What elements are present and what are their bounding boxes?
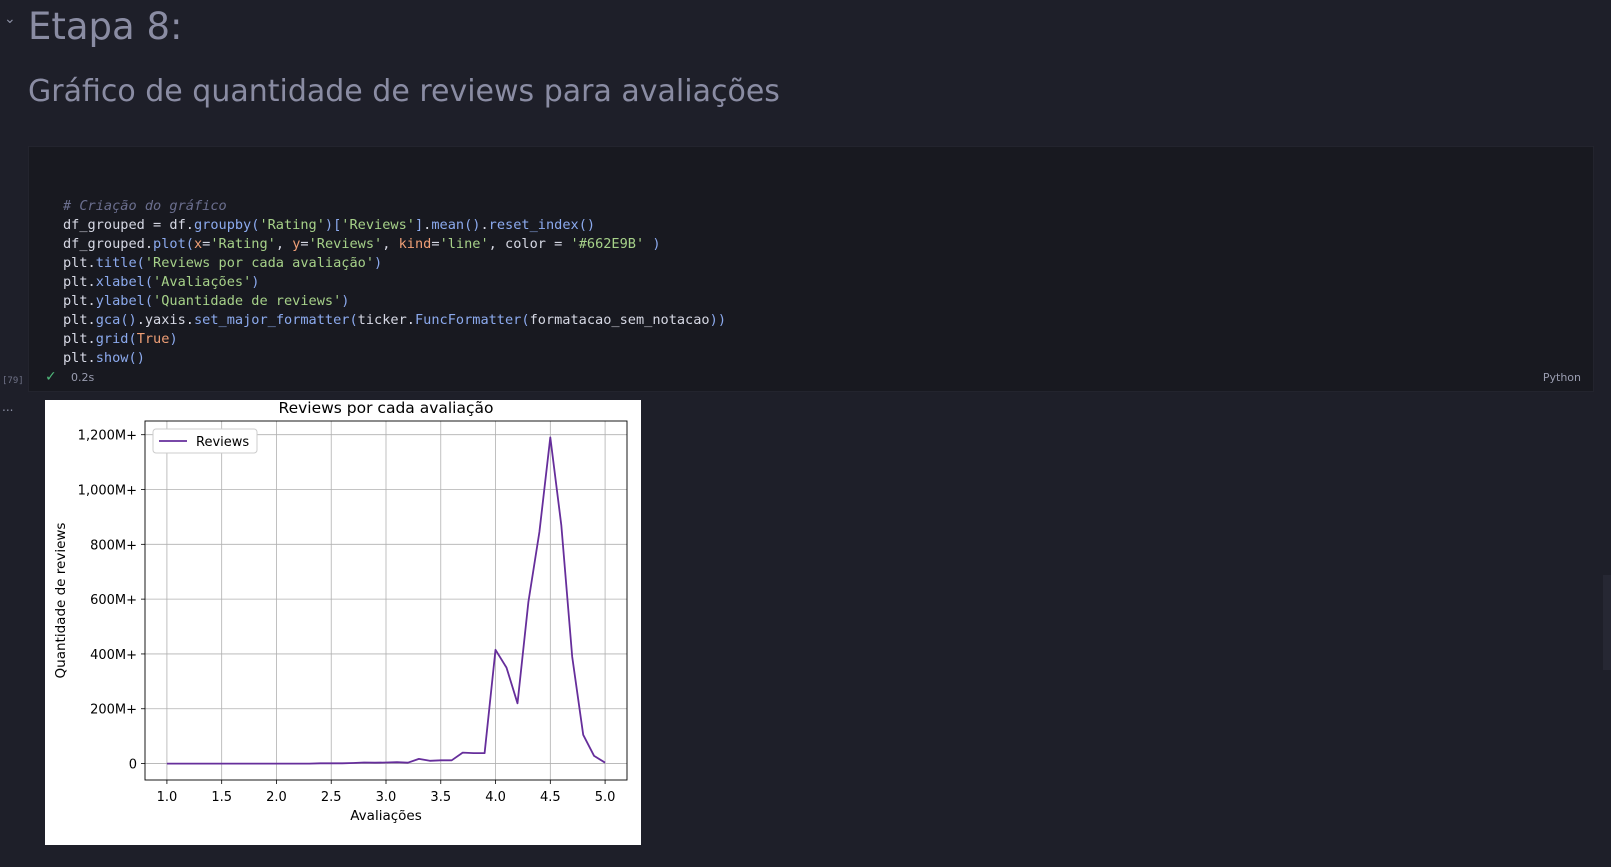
output-more-icon[interactable]: ...: [2, 400, 13, 414]
x-tick-label: 4.0: [485, 790, 506, 805]
x-tick-label: 1.5: [211, 790, 232, 805]
y-tick-label: 600M+: [90, 593, 137, 608]
y-tick-label: 200M+: [90, 703, 137, 718]
section-subheading: Gráfico de quantidade de reviews para av…: [28, 74, 780, 109]
x-tick-label: 3.5: [430, 790, 451, 805]
execution-time: 0.2s: [71, 371, 95, 384]
chart-output: 1.0 1.5 2.0 2.5 3.0 3.5 4.0 4.5 5.0 0 200M+ 400M+ 60…: [45, 400, 641, 845]
collapse-chevron-icon[interactable]: ⌄: [4, 12, 16, 26]
scrollbar-thumb[interactable]: [1603, 575, 1611, 670]
code-line: # Criação do gráfico: [63, 198, 227, 214]
code-line: plt.xlabel('Avaliações'): [63, 274, 260, 290]
y-tick-label: 400M+: [90, 648, 137, 663]
y-tick-label: 1,200M+: [78, 429, 137, 444]
line-chart: 1.0 1.5 2.0 2.5 3.0 3.5 4.0 4.5 5.0 0 200M+ 400M+ 60…: [53, 400, 628, 824]
code-line: plt.grid(True): [63, 331, 178, 347]
y-axis-label: Quantidade de reviews: [53, 523, 69, 679]
cell-language-label[interactable]: Python: [1543, 371, 1581, 384]
code-editor[interactable]: # Criação do gráfico df_grouped = df.gro…: [63, 197, 726, 368]
x-tick-label: 1.0: [157, 790, 178, 805]
y-tick-label: 0: [129, 758, 137, 773]
execution-count: [79]: [2, 376, 24, 386]
code-cell[interactable]: # Criação do gráfico df_grouped = df.gro…: [28, 146, 1594, 392]
code-line: plt.ylabel('Quantidade de reviews'): [63, 293, 350, 309]
code-line: plt.title('Reviews por cada avaliação'): [63, 255, 383, 271]
x-tick-label: 2.0: [266, 790, 287, 805]
x-tick-label: 5.0: [595, 790, 616, 805]
code-line: df_grouped.plot(x='Rating', y='Reviews',…: [63, 236, 661, 252]
x-tick-label: 4.5: [540, 790, 561, 805]
code-line: plt.gca().yaxis.set_major_formatter(tick…: [63, 312, 726, 328]
success-check-icon: ✓: [45, 369, 57, 385]
x-tick-label: 3.0: [376, 790, 397, 805]
code-line: plt.show(): [63, 350, 145, 366]
legend-label: Reviews: [196, 435, 249, 450]
y-tick-label: 1,000M+: [78, 484, 137, 499]
page-heading: Etapa 8:: [28, 5, 183, 48]
y-tick-label: 800M+: [90, 538, 137, 553]
chart-title: Reviews por cada avaliação: [279, 400, 494, 417]
x-tick-label: 2.5: [321, 790, 342, 805]
x-axis-label: Avaliações: [350, 808, 422, 824]
code-line: df_grouped = df.groupby('Rating')['Revie…: [63, 217, 596, 233]
